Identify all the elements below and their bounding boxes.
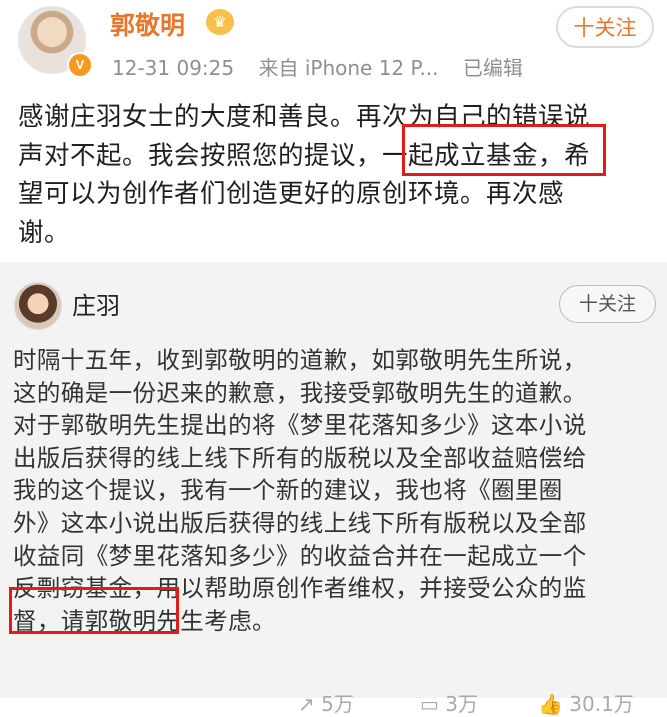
like-count: 30.1万 — [569, 692, 634, 716]
repost-text-line: 外》这本小说出版后获得的线上线下所有版税以及全部 — [13, 508, 587, 537]
comment-count: 3万 — [445, 692, 478, 716]
repost-text-line: 收益同《梦里花落知多少》的收益合并在一起成立一个 — [13, 541, 587, 570]
highlight-box — [9, 587, 179, 634]
comment-icon: ▭ — [420, 692, 439, 716]
repost-text-line: 出版后获得的线上线下所有的版税以及全部收益赔偿给 — [13, 443, 587, 472]
post-source[interactable]: 来自 iPhone 12 P... — [258, 56, 438, 80]
repost-text-line: 时隔十五年，收到郭敬明的道歉，如郭敬明先生所说， — [13, 346, 587, 374]
post-username[interactable]: 郭敬明 — [110, 6, 185, 42]
post-text-line: 望可以为创作者们创造更好的原创环境。再次感 — [18, 179, 565, 209]
post-meta: 12-31 09:25 来自 iPhone 12 P... 已编辑 — [112, 52, 541, 81]
repost-icon: ↗ — [298, 692, 315, 716]
post-text-line: 谢。 — [18, 217, 71, 248]
highlight-box — [402, 124, 606, 176]
repost-username[interactable]: 庄羽 — [72, 286, 120, 321]
like-icon: 👍 — [538, 692, 563, 716]
crown-icon: ♛ — [206, 9, 234, 35]
repost-count: 5万 — [321, 692, 354, 716]
repost-text-line: 这的确是一份迟来的歉意，我接受郭敬明先生的道歉。 — [13, 378, 587, 407]
action-bar: ↗ 5万 ▭ 3万 👍 30.1万 — [0, 682, 667, 716]
comment-action[interactable]: ▭ 3万 — [420, 688, 478, 717]
verified-v-icon: V — [67, 52, 93, 78]
like-action[interactable]: 👍 30.1万 — [538, 688, 634, 717]
avatar[interactable] — [14, 282, 62, 330]
follow-button[interactable]: 十关注 — [556, 6, 654, 48]
repost-action[interactable]: ↗ 5万 — [298, 688, 354, 717]
reposted-post: 庄羽 十关注 时隔十五年，收到郭敬明的道歉，如郭敬明先生所说， 这的确是一份迟来… — [0, 262, 667, 716]
post-edited-label[interactable]: 已编辑 — [463, 56, 523, 80]
repost-text-line: 我的这个提议，我有一个新的建议，我也将《圈里圈 — [13, 476, 563, 505]
post-time: 12-31 09:25 — [112, 56, 235, 80]
repost-text-line: 对于郭敬明先生提出的将《梦里花落知多少》这本小说 — [13, 411, 587, 440]
follow-button[interactable]: 十关注 — [559, 285, 656, 323]
original-post: V 郭敬明 ♛ 12-31 09:25 来自 iPhone 12 P... 已编… — [0, 0, 667, 262]
